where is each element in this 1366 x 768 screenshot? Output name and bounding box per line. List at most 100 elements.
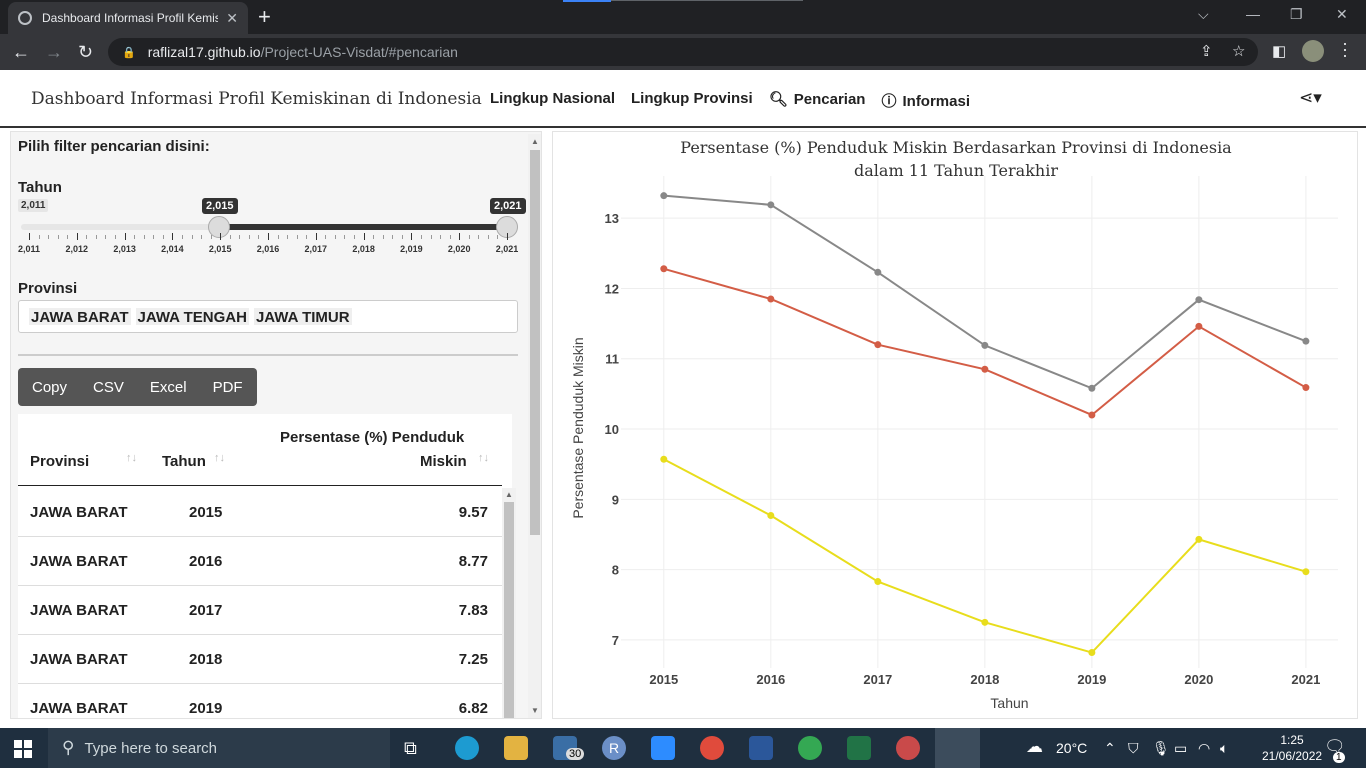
edge-icon[interactable] [455,736,479,760]
windows-start-icon[interactable] [14,740,32,758]
province-chip[interactable]: JAWA TENGAH [135,308,249,326]
tahun-label: Tahun [18,179,62,196]
browser-tab[interactable]: Dashboard Informasi Profil Kemis ✕ [8,2,248,34]
slider-minor-tick [162,235,164,239]
zoom-icon[interactable] [651,736,675,760]
scroll-up-icon[interactable]: ▲ [531,137,539,146]
tray-chevron-icon[interactable]: ⌃ [1104,740,1116,757]
slider-minor-tick [191,235,193,239]
table-row[interactable]: JAWA BARAT 2019 6.82 [18,684,502,718]
slider-minor-tick [430,235,432,239]
bookmark-star-icon[interactable]: ☆ [1232,42,1245,60]
slider-minor-tick [115,235,117,239]
table-row[interactable]: JAWA BARAT 2018 7.25 [18,635,502,684]
table-row[interactable]: JAWA BARAT 2017 7.83 [18,586,502,635]
sidebar-scrollbar[interactable]: ▲ ▼ [528,134,541,718]
cell-persentase: 9.57 [458,504,488,521]
side-panel-icon[interactable]: ◧ [1272,42,1286,60]
volume-icon[interactable]: 🔈︎ [1220,740,1228,757]
back-icon[interactable]: ← [12,42,30,63]
cell-tahun: 2019 [189,700,223,717]
nav-lingkup-nasional[interactable]: Lingkup Nasional [490,90,615,111]
file-explorer-icon[interactable] [504,736,528,760]
cell-provinsi: JAWA BARAT [30,504,128,521]
column-header-tahun[interactable]: Tahun [162,453,206,470]
minimize-icon[interactable]: — [1246,6,1260,22]
table-scroll-thumb[interactable] [504,502,514,718]
column-header-persentase-line2[interactable]: Miskin [420,453,467,470]
wifi-icon[interactable]: ◠ [1198,740,1210,757]
close-tab-icon[interactable]: ✕ [226,10,238,27]
mail-badge: 30 [566,748,585,760]
slider-minor-tick [38,235,40,239]
nav-informasi[interactable]: ⓘ Informasi [881,90,970,111]
cell-persentase: 6.82 [458,700,488,717]
line-chart[interactable]: 7 8 9 10 11 12 13 2015 2016 2017 2018 2019 2020 2021 T… [553,132,1359,720]
active-app-icon[interactable] [935,728,980,768]
scroll-down-icon[interactable]: ▼ [531,706,539,715]
sort-icon[interactable]: ↑↓ [214,452,225,464]
task-view-icon[interactable]: ⧉ [404,738,428,762]
tray-app-icon[interactable]: ⛉ [1128,740,1139,757]
restore-icon[interactable]: ❐ [1290,6,1303,23]
copy-button[interactable]: Copy [32,379,67,396]
slider-minor-tick [181,235,183,239]
tab-accent-line [611,0,803,1]
slider-tick-label: 2,013 [113,244,136,254]
share-menu-icon[interactable]: ⋖▾ [1299,88,1322,108]
column-header-persentase-line1[interactable]: Persentase (%) Penduduk [280,429,464,446]
nav-pencarian[interactable]: 🔍︎ Pencarian [769,90,866,111]
url-input[interactable]: 🔒 raflizal17.github.io/Project-UAS-Visda… [108,38,1258,66]
excel-button[interactable]: Excel [150,379,187,396]
csv-button[interactable]: CSV [93,379,124,396]
y-tick-label: 7 [612,633,619,648]
slider-tick [124,233,126,240]
province-multiselect[interactable]: JAWA BARAT JAWA TENGAH JAWA TIMUR [18,300,518,333]
tab-search-icon[interactable]: ⌵ [1198,6,1209,23]
data-point [1088,649,1096,657]
scroll-up-icon[interactable]: ▲ [505,490,513,499]
new-tab-icon[interactable]: + [258,4,271,30]
browser-menu-icon[interactable]: · · · [1342,34,1348,64]
cell-persentase: 7.25 [458,651,488,668]
taskbar-search-input[interactable]: ⚲ Type here to search [48,728,390,768]
globe-icon [18,11,32,25]
weather-temp[interactable]: 20°C [1056,740,1087,756]
province-chip[interactable]: JAWA BARAT [29,308,131,326]
slider-tick [315,233,317,240]
reload-icon[interactable]: ↻ [78,42,93,63]
address-bar-row: ← → ↻ 🔒 raflizal17.github.io/Project-UAS… [0,34,1366,70]
x-tick-label: 2019 [1077,672,1106,687]
y-tick-label: 11 [605,352,619,367]
data-point [660,455,668,463]
table-scrollbar[interactable]: ▲ [502,488,516,718]
slider-minor-tick [287,235,289,239]
share-page-icon[interactable]: ⇪ [1200,42,1213,60]
word-icon[interactable] [749,736,773,760]
slider-tick [507,233,508,240]
table-row[interactable]: JAWA BARAT 2016 8.77 [18,537,502,586]
nav-lingkup-provinsi[interactable]: Lingkup Provinsi [631,90,753,111]
app-brand[interactable]: Dashboard Informasi Profil Kemiskinan di… [31,89,482,109]
sidebar-scroll-thumb[interactable] [530,150,540,535]
sort-icon[interactable]: ↑↓ [126,452,137,464]
nav-links: Lingkup Nasional Lingkup Provinsi 🔍︎ Penc… [490,90,970,111]
column-header-provinsi[interactable]: Provinsi [30,453,89,470]
taskbar-clock[interactable]: 1:25 21/06/2022 [1262,732,1322,764]
excel-icon[interactable] [847,736,871,760]
cell-tahun: 2018 [189,651,223,668]
profile-avatar[interactable] [1302,40,1324,62]
battery-icon[interactable]: ▭ [1174,740,1187,757]
slider-minor-tick [48,235,50,239]
sort-icon[interactable]: ↑↓ [478,452,489,464]
chrome-profile-icon[interactable] [798,736,822,760]
pdf-button[interactable]: PDF [213,379,243,396]
forward-icon[interactable]: → [45,42,63,63]
microphone-icon[interactable]: 🎙︎ [1152,740,1170,757]
r-app-icon[interactable]: R [602,736,626,760]
snipping-tool-icon[interactable] [896,736,920,760]
province-chip[interactable]: JAWA TIMUR [253,308,352,326]
chrome-icon[interactable] [700,736,724,760]
close-window-icon[interactable]: ✕ [1336,6,1348,23]
table-row[interactable]: JAWA BARAT 2015 9.57 [18,488,502,537]
